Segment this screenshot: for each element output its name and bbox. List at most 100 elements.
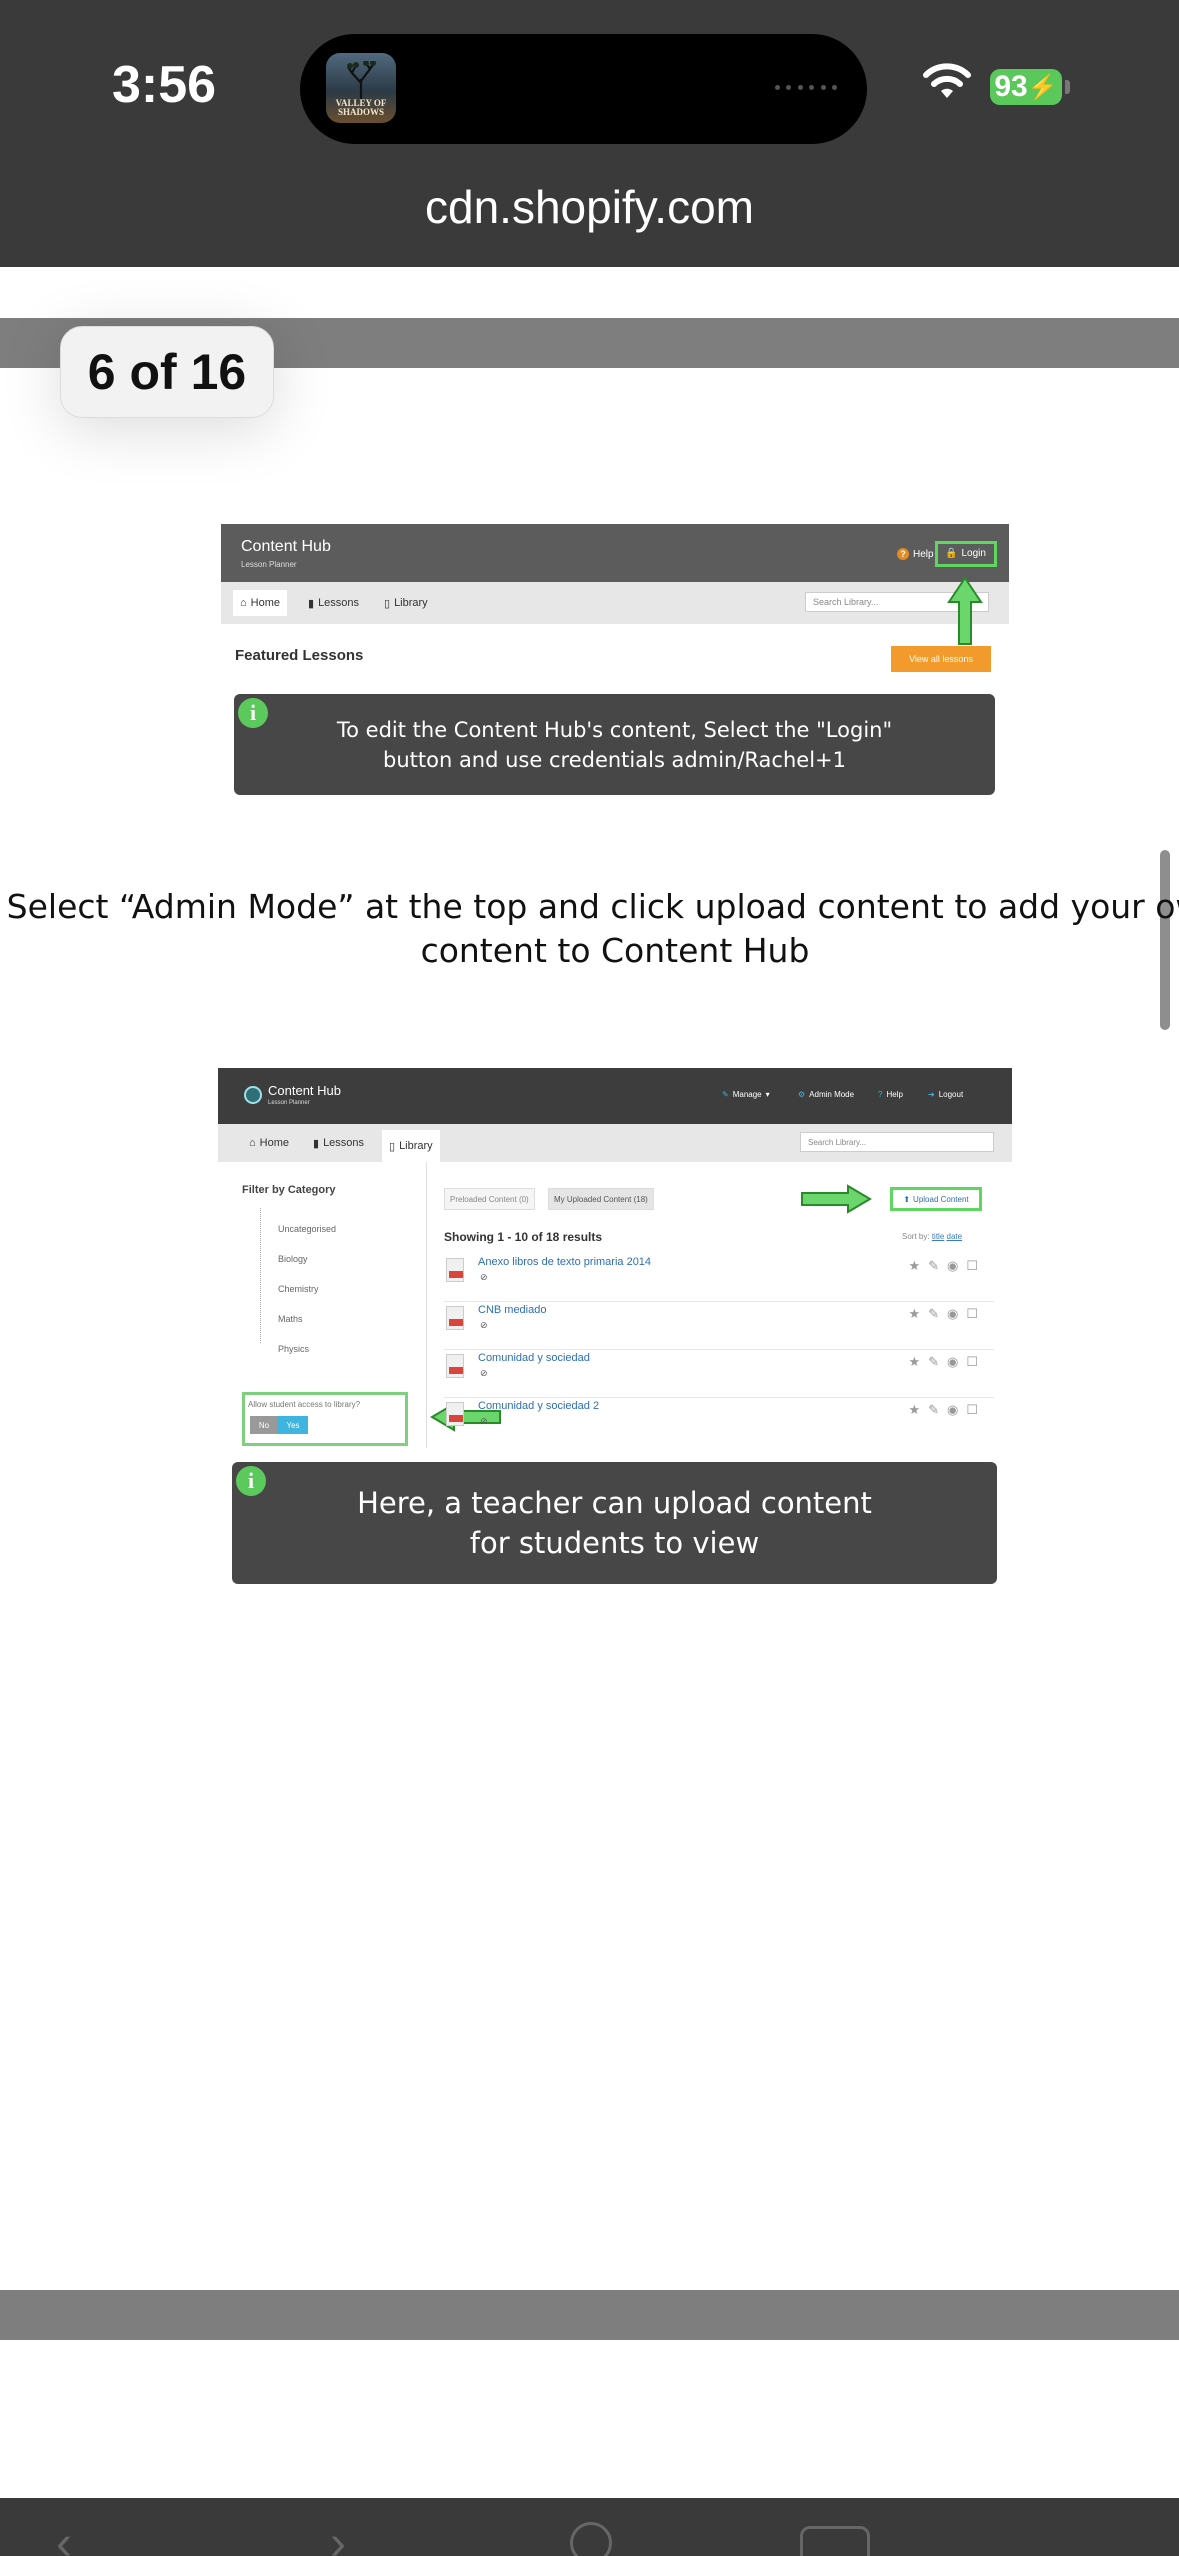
tab-home: ⌂ Home	[233, 590, 287, 616]
sort-by-title-link: title	[931, 1232, 945, 1241]
results-count: Showing 1 - 10 of 18 results	[444, 1230, 603, 1244]
battery-nub	[1065, 80, 1070, 94]
info-line: button and use credentials admin/Rachel+…	[383, 747, 846, 772]
tab-library: ▯ Library	[382, 1130, 440, 1162]
info-icon: i	[238, 698, 268, 728]
url-bar[interactable]: cdn.shopify.com	[0, 180, 1179, 234]
tab-label: Home	[259, 1137, 289, 1149]
wrench-icon: ✎	[722, 1090, 729, 1099]
upload-label: Upload Content	[913, 1194, 969, 1204]
tab-label: Library	[394, 597, 428, 609]
file-name: Comunidad y sociedad	[478, 1352, 590, 1364]
info-line: Here, a teacher can upload content	[357, 1486, 872, 1520]
checkbox-icon: ☐	[966, 1306, 986, 1321]
category-uncategorised: Uncategorised	[278, 1224, 337, 1234]
file-name: Comunidad y sociedad 2	[478, 1400, 600, 1412]
header-link-label: Admin Mode	[809, 1090, 855, 1099]
home-icon: ⌂	[240, 597, 247, 609]
back-icon[interactable]: ‹	[56, 2520, 72, 2556]
page-separator-bottom	[0, 2290, 1179, 2340]
album-art-text: VALLEY OF SHADOWS	[335, 98, 387, 117]
book-icon: ▮	[308, 597, 315, 610]
manage-menu: ✎ Manage ▾	[722, 1090, 770, 1099]
app-title: Content Hub	[241, 538, 331, 555]
star-icon: ★	[908, 1402, 929, 1417]
access-toggle-yes: Yes	[278, 1416, 308, 1434]
sort-by: Sort by: title date	[902, 1232, 962, 1241]
nav-bar: ⌂ Home ▮ Lessons ▯ Library Search Library..…	[218, 1124, 1012, 1162]
now-playing-album-art[interactable]: VALLEY OF SHADOWS	[326, 53, 396, 123]
edit-icon: ✎	[928, 1306, 947, 1321]
instruction-caption: Select “Admin Mode” at the top and click…	[6, 887, 1179, 970]
category-chemistry: Chemistry	[278, 1284, 319, 1294]
eye-icon: ◉	[947, 1306, 967, 1321]
tab-my-uploaded-content: My Uploaded Content (18)	[548, 1188, 654, 1210]
home-icon: ⌂	[249, 1137, 256, 1149]
audio-waveform-icon	[775, 80, 837, 94]
battery-level: 93	[994, 70, 1028, 103]
pdf-icon	[446, 1306, 464, 1330]
tab-label: Lessons	[318, 597, 360, 609]
edit-icon: ✎	[928, 1402, 947, 1417]
info-icon: i	[236, 1466, 266, 1496]
logout-link: ➜ Logout	[928, 1090, 963, 1099]
row-actions: ★✎◉☐	[908, 1306, 986, 1322]
row-actions: ★✎◉☐	[908, 1354, 986, 1370]
info-line: for students to view	[469, 1526, 760, 1560]
category-tree-line	[260, 1208, 261, 1343]
chevron-down-icon: ▾	[765, 1090, 770, 1099]
visibility-status-icon: ⊘	[480, 1368, 488, 1378]
share-icon[interactable]	[570, 2522, 612, 2556]
pdf-icon	[446, 1354, 464, 1378]
star-icon: ★	[908, 1354, 929, 1369]
charging-bolt-icon: ⚡	[1027, 73, 1058, 101]
content-hub-header: Content Hub Lesson Planner ? Help 🔒 Logi…	[221, 524, 1009, 582]
access-toggle-no: No	[250, 1416, 278, 1434]
login-highlight-box	[935, 541, 997, 567]
login-screenshot: Content Hub Lesson Planner ? Help 🔒 Logi…	[221, 524, 1009, 676]
file-row: Anexo libros de texto primaria 2014 ⊘ ★✎…	[444, 1254, 994, 1302]
status-time: 3:56	[112, 56, 217, 114]
visibility-status-icon: ⊘	[480, 1416, 488, 1426]
help-icon: ?	[897, 548, 909, 560]
star-icon: ★	[908, 1258, 929, 1273]
tab-home: ⌂ Home	[242, 1130, 296, 1156]
book-icon: ▮	[313, 1137, 320, 1150]
file-name: CNB mediado	[478, 1304, 547, 1316]
filter-by-category-heading: Filter by Category	[242, 1184, 336, 1196]
logout-icon: ➜	[928, 1090, 935, 1099]
page-indicator: 6 of 16	[60, 326, 274, 418]
info-line: To edit the Content Hub's content, Selec…	[336, 717, 893, 742]
row-actions: ★✎◉☐	[908, 1402, 986, 1418]
app-subtitle: Lesson Planner	[241, 560, 297, 569]
visibility-status-icon: ⊘	[480, 1320, 488, 1330]
category-physics: Physics	[278, 1344, 310, 1354]
sidebar-divider	[426, 1162, 427, 1448]
admin-mode-screenshot: Content Hub Lesson Planner ✎ Manage ▾ ⚙ Adm…	[218, 1068, 1012, 1448]
upload-icon: ⬆	[903, 1194, 911, 1204]
category-maths: Maths	[278, 1314, 303, 1324]
visibility-status-icon: ⊘	[480, 1272, 488, 1282]
tab-label: Lessons	[323, 1137, 365, 1149]
checkbox-icon: ☐	[966, 1354, 986, 1369]
view-all-lessons-button: View all lessons	[891, 646, 991, 672]
pdf-icon	[446, 1402, 464, 1426]
tab-lessons: ▮ Lessons	[306, 1130, 371, 1156]
upload-info-box: Here, a teacher can upload content for s…	[232, 1462, 997, 1584]
file-row: Comunidad y sociedad 2 ⊘ ★✎◉☐	[444, 1398, 994, 1446]
tab-label: Home	[250, 597, 280, 609]
eye-icon: ◉	[947, 1354, 967, 1369]
header-link-label: Logout	[938, 1090, 964, 1099]
app-subtitle: Lesson Planner	[268, 1100, 310, 1106]
file-icon: ▯	[389, 1140, 396, 1153]
tab-label: Library	[399, 1140, 433, 1152]
checkbox-icon: ☐	[966, 1258, 986, 1273]
admin-mode-link: ⚙ Admin Mode	[798, 1090, 854, 1099]
search-input: Search Library...	[800, 1132, 994, 1152]
tabs-icon[interactable]	[800, 2526, 870, 2556]
allow-student-access-label: Allow student access to library?	[248, 1400, 361, 1409]
forward-icon[interactable]: ›	[330, 2520, 346, 2556]
pdf-icon	[446, 1258, 464, 1282]
checkbox-icon: ☐	[966, 1402, 986, 1417]
edit-icon: ✎	[928, 1258, 947, 1273]
